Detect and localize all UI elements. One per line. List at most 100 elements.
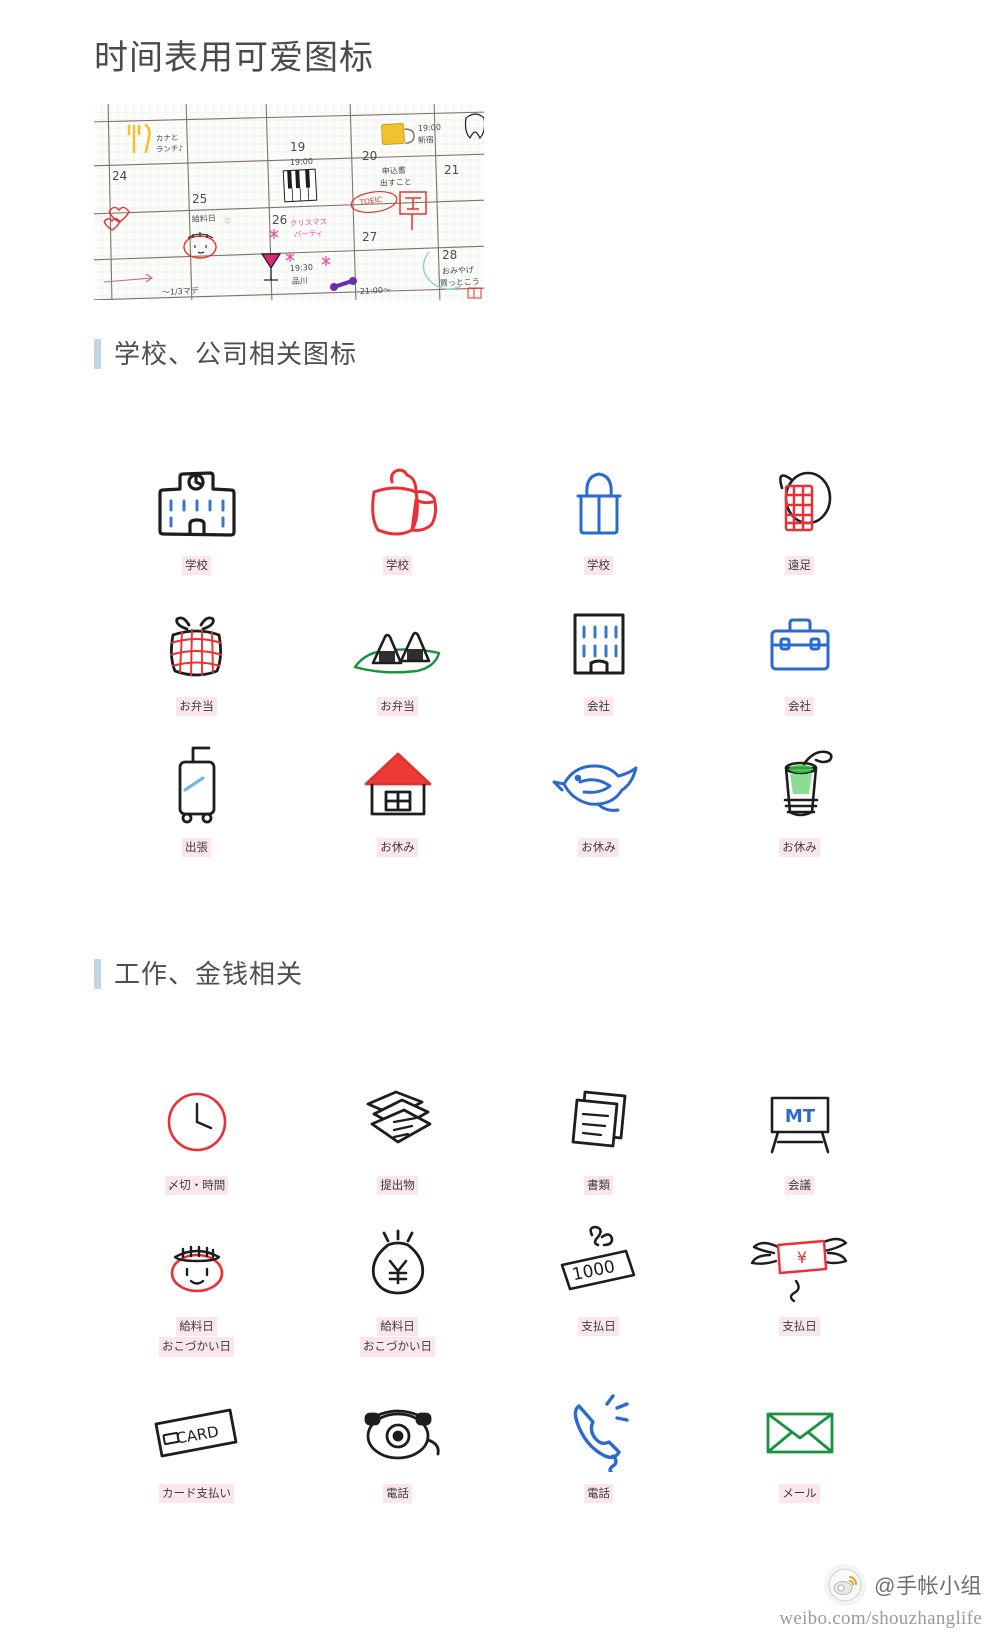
- svg-text:¥: ¥: [796, 1248, 806, 1267]
- caption-group: 給料日 おこづかい日: [159, 1317, 234, 1357]
- icon-cell[interactable]: お弁当: [297, 593, 498, 734]
- icon-label-secondary: おこづかい日: [159, 1337, 234, 1357]
- svg-text:24: 24: [112, 169, 127, 183]
- svg-text:カナと: カナと: [156, 133, 179, 143]
- credit-card-icon: CARD: [142, 1380, 252, 1480]
- icon-cell[interactable]: 1000 支払日: [498, 1213, 699, 1380]
- envelope-icon: [752, 1380, 848, 1480]
- caption-group: 会社: [785, 697, 814, 717]
- caption-group: 会社: [584, 697, 613, 717]
- svg-text:21:00〜: 21:00〜: [360, 285, 391, 296]
- icon-cell[interactable]: 学校: [498, 452, 699, 593]
- watermark-account: @手帐小组: [874, 1575, 982, 1598]
- meeting-board-icon: MT: [752, 1072, 848, 1172]
- watermark-account-row: @手帐小组: [824, 1564, 982, 1606]
- water-bottle-icon: [752, 452, 848, 552]
- caption-group: 支払日: [779, 1317, 820, 1337]
- caption-group: 会議: [785, 1176, 814, 1196]
- icon-cell[interactable]: 出張: [96, 734, 297, 875]
- watermark-url: weibo.com/shouzhanglife: [779, 1608, 982, 1629]
- svg-text:♡: ♡: [224, 217, 231, 226]
- icon-cell[interactable]: お休み: [498, 734, 699, 875]
- icon-cell[interactable]: 会社: [498, 593, 699, 734]
- icon-cell[interactable]: 給料日 おこづかい日: [96, 1213, 297, 1380]
- page-title: 时间表用可爱图标: [94, 39, 374, 77]
- icon-label: お休み: [377, 838, 418, 858]
- icon-label: 学校: [584, 556, 613, 576]
- caption-group: 遠足: [785, 556, 814, 576]
- icon-grid-school-company: 学校 学校 学校 遠足 お弁当 お弁当 会社 会社 出張 お休み お休み お休み: [96, 452, 900, 875]
- svg-text:品川: 品川: [292, 276, 308, 286]
- icon-cell[interactable]: お休み: [297, 734, 498, 875]
- bird-icon: [544, 734, 654, 834]
- phone-handset-icon: [551, 1380, 647, 1480]
- icon-label: 遠足: [785, 556, 814, 576]
- icon-cell[interactable]: 〆切・時間: [96, 1072, 297, 1213]
- icon-label: 電話: [584, 1484, 613, 1504]
- icon-cell[interactable]: MT 会議: [699, 1072, 900, 1213]
- icon-cell[interactable]: 電話: [498, 1380, 699, 1521]
- svg-text:給料日: 給料日: [192, 213, 216, 224]
- icon-label: メール: [779, 1484, 820, 1504]
- caption-group: 学校: [584, 556, 613, 576]
- icon-cell[interactable]: 電話: [297, 1380, 498, 1521]
- caption-group: お休み: [779, 838, 820, 858]
- icon-label: 提出物: [377, 1176, 418, 1196]
- school-bag-icon: [551, 452, 647, 552]
- icon-label: 会社: [584, 697, 613, 717]
- svg-text:20: 20: [362, 149, 377, 163]
- icon-cell[interactable]: 会社: [699, 593, 900, 734]
- icon-cell[interactable]: 遠足: [699, 452, 900, 593]
- svg-text:27: 27: [362, 230, 377, 244]
- icon-cell[interactable]: CARD カード支払い: [96, 1380, 297, 1521]
- money-bag-icon: [350, 1213, 446, 1313]
- icon-label: お休み: [779, 838, 820, 858]
- icon-cell[interactable]: 学校: [297, 452, 498, 593]
- icon-cell[interactable]: お休み: [699, 734, 900, 875]
- icon-cell[interactable]: 学校: [96, 452, 297, 593]
- icon-label: 給料日: [377, 1317, 418, 1337]
- caption-group: お休み: [578, 838, 619, 858]
- svg-text:〜1/3マデ: 〜1/3マデ: [162, 285, 199, 297]
- icon-cell[interactable]: 書類: [498, 1072, 699, 1213]
- caption-group: 〆切・時間: [164, 1176, 229, 1196]
- svg-text:出すこと: 出すこと: [380, 176, 412, 188]
- svg-text:おみやげ: おみやげ: [442, 265, 474, 276]
- icon-label: カード支払い: [159, 1484, 234, 1504]
- icon-label: 書類: [584, 1176, 613, 1196]
- page-root: 时间表用可爱图标 24 25 19 26 27 20 21 28 カナと ランチ…: [0, 0, 996, 1638]
- icon-label: 学校: [182, 556, 211, 576]
- watermark: @手帐小组 weibo.com/shouzhanglife: [779, 1564, 982, 1630]
- section-title: 学校、公司相关图标: [114, 339, 358, 369]
- caption-group: お休み: [377, 838, 418, 858]
- caption-group: 学校: [383, 556, 412, 576]
- caption-group: 出張: [182, 838, 211, 858]
- weibo-logo-icon: [824, 1564, 867, 1606]
- section-accent-bar: [94, 959, 101, 989]
- svg-text:19:30: 19:30: [290, 263, 314, 273]
- caption-group: お弁当: [377, 697, 418, 717]
- clock-icon: [149, 1072, 245, 1172]
- icon-label: お弁当: [377, 697, 418, 717]
- paper-sheets-icon: [551, 1072, 647, 1172]
- icon-cell[interactable]: 提出物: [297, 1072, 498, 1213]
- documents-stack-icon: [350, 1072, 446, 1172]
- icon-cell[interactable]: お弁当: [96, 593, 297, 734]
- suitcase-icon: [149, 734, 245, 834]
- caption-group: 学校: [182, 556, 211, 576]
- school-building-icon: [149, 452, 245, 552]
- icon-cell[interactable]: ¥ 支払日: [699, 1213, 900, 1380]
- icon-label: お休み: [578, 838, 619, 858]
- house-icon: [350, 734, 446, 834]
- svg-text:28: 28: [442, 248, 457, 262]
- section-accent-bar: [94, 339, 101, 369]
- icon-label: 会議: [785, 1176, 814, 1196]
- banknote-icon: 1000: [544, 1213, 654, 1313]
- svg-text:21: 21: [444, 163, 459, 177]
- icon-cell[interactable]: 給料日 おこづかい日: [297, 1213, 498, 1380]
- bento-wrapped-icon: [149, 593, 245, 693]
- icon-label: 〆切・時間: [164, 1176, 229, 1196]
- caption-group: 電話: [383, 1484, 412, 1504]
- caption-group: 給料日 おこづかい日: [360, 1317, 435, 1357]
- icon-cell[interactable]: メール: [699, 1380, 900, 1521]
